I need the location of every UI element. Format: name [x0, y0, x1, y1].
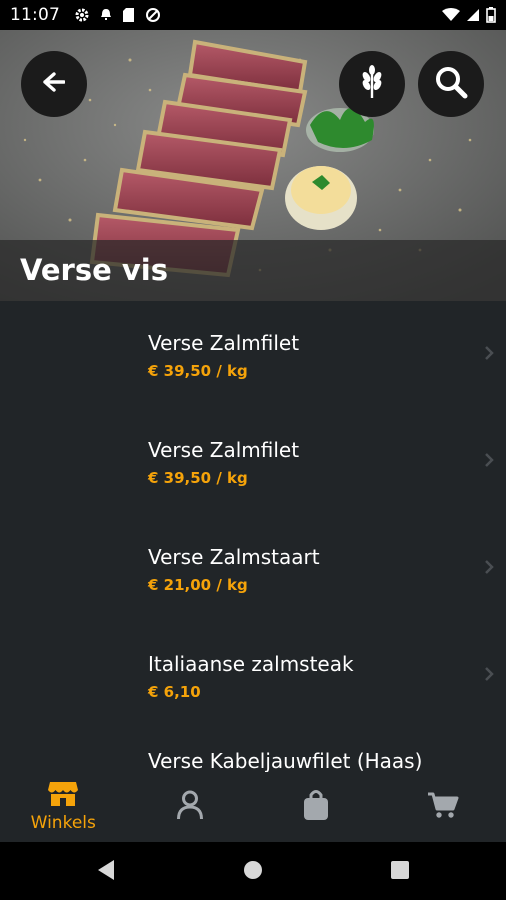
product-name: Italiaanse zalmsteak — [148, 652, 354, 676]
chevron-right-icon — [484, 345, 494, 365]
product-price: € 6,10 — [148, 683, 201, 701]
chevron-right-icon — [484, 559, 494, 579]
chevron-right-icon — [484, 452, 494, 472]
tab-account[interactable] — [127, 772, 254, 842]
tab-winkels[interactable]: Winkels — [0, 772, 127, 842]
page-title: Verse vis — [20, 253, 168, 287]
list-item[interactable]: Italiaanse zalmsteak € 6,10 — [0, 622, 506, 729]
bag-icon — [303, 789, 329, 825]
product-name: Verse Zalmfilet — [148, 438, 300, 462]
search-icon — [433, 64, 469, 104]
chevron-right-icon — [484, 666, 494, 686]
system-recents-button[interactable] — [390, 859, 410, 885]
product-price: € 39,50 / kg — [148, 362, 248, 380]
list-item[interactable]: Verse Kabeljauwfilet (Haas) — [0, 719, 506, 772]
tab-cart[interactable] — [380, 772, 506, 842]
grain-icon — [359, 65, 385, 103]
list-item[interactable]: Verse Zalmfilet € 39,50 / kg — [0, 301, 506, 408]
tab-label: Winkels — [30, 813, 96, 833]
gear-icon — [74, 7, 90, 23]
battery-icon — [486, 7, 496, 23]
tab-orders[interactable] — [253, 772, 380, 842]
product-price: € 39,50 / kg — [148, 469, 248, 487]
person-icon — [176, 790, 204, 824]
status-bar: 11:07 — [0, 0, 506, 30]
system-home-button[interactable] — [243, 859, 263, 885]
system-nav-bar — [0, 842, 506, 900]
system-back-button[interactable] — [96, 859, 116, 885]
product-price: € 21,00 / kg — [148, 576, 248, 594]
allergen-filter-button[interactable] — [339, 51, 405, 117]
wifi-icon — [442, 8, 460, 22]
product-name: Verse Kabeljauwfilet (Haas) — [148, 749, 423, 772]
store-icon — [47, 781, 79, 811]
list-item[interactable]: Verse Zalmfilet € 39,50 / kg — [0, 408, 506, 515]
back-button[interactable] — [21, 51, 87, 117]
list-item[interactable]: Verse Zalmstaart € 21,00 / kg — [0, 515, 506, 622]
bottom-nav: Winkels — [0, 772, 506, 842]
back-arrow-icon — [43, 72, 66, 96]
sd-card-icon — [122, 7, 135, 23]
search-button[interactable] — [418, 51, 484, 117]
category-header: Verse vis — [0, 30, 506, 301]
cart-icon — [427, 791, 459, 823]
product-name: Verse Zalmstaart — [148, 545, 320, 569]
signal-icon — [466, 8, 480, 22]
product-name: Verse Zalmfilet — [148, 331, 300, 355]
product-list[interactable]: Verse Zalmfilet € 39,50 / kg Verse Zalmf… — [0, 301, 506, 772]
status-time: 11:07 — [10, 5, 60, 25]
notification-dot-icon — [100, 8, 112, 22]
blocked-icon — [145, 7, 161, 23]
